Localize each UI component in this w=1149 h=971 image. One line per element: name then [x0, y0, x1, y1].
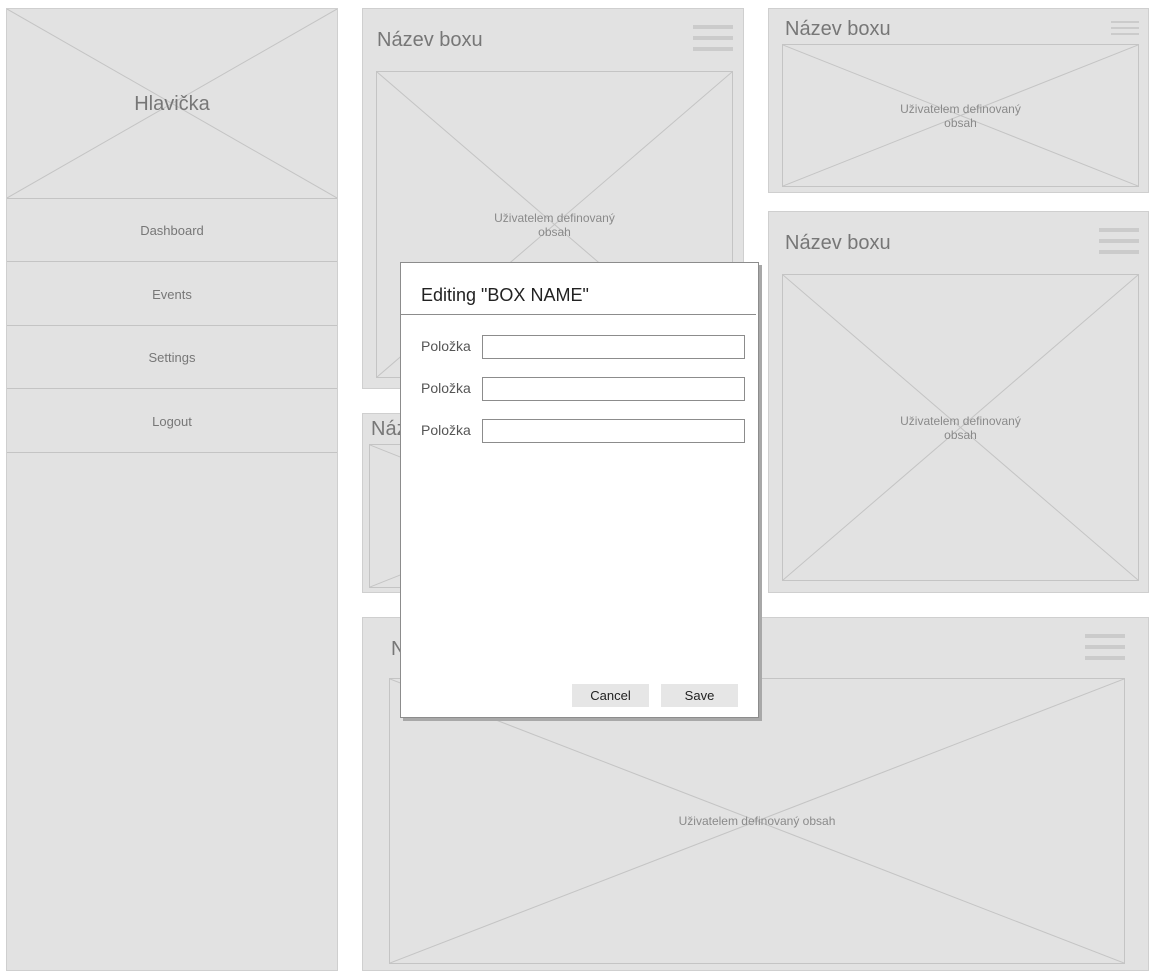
nav-item-dashboard[interactable]: Dashboard [7, 199, 337, 262]
text-field[interactable] [482, 419, 745, 443]
header-placeholder: Hlavička [7, 9, 337, 199]
nav-item-logout[interactable]: Logout [7, 390, 337, 453]
form-row: Položka [421, 335, 746, 359]
content-label: Uživatelem definovaný obsah [494, 210, 615, 239]
box-title: Název boxu [785, 232, 891, 254]
nav-item-events[interactable]: Events [7, 263, 337, 326]
nav-item-settings[interactable]: Settings [7, 326, 337, 389]
hamburger-menu-icon[interactable] [1085, 632, 1125, 664]
sidebar: Hlavička Dashboard Events Settings Logou… [6, 8, 338, 971]
cancel-button[interactable]: Cancel [572, 684, 649, 707]
hamburger-menu-icon[interactable] [1099, 226, 1139, 258]
content-placeholder: Uživatelem definovaný obsah [782, 274, 1139, 581]
field-label: Položka [421, 338, 471, 354]
content-placeholder: Uživatelem definovaný obsah [782, 44, 1139, 187]
save-button[interactable]: Save [661, 684, 738, 707]
box-3: Název boxu Uživatelem definovaný obsah [768, 211, 1149, 593]
content-label: Uživatelem definovaný obsah [678, 814, 836, 828]
header-label: Hlavička [134, 92, 210, 115]
form-row: Položka [421, 419, 746, 443]
content-placeholder: Uživatelem definovaný obsah [389, 678, 1125, 964]
content-label: Uživatelem definovaný obsah [900, 101, 1021, 130]
content-label: Uživatelem definovaný obsah [900, 413, 1021, 442]
text-field[interactable] [482, 335, 745, 359]
form-row: Položka [421, 377, 746, 401]
text-field[interactable] [482, 377, 745, 401]
field-label: Položka [421, 380, 471, 396]
hamburger-menu-icon[interactable] [693, 23, 733, 55]
box-title: Název boxu [377, 29, 483, 51]
box-title: Název boxu [785, 18, 891, 40]
field-label: Položka [421, 422, 471, 438]
hamburger-menu-icon[interactable] [1111, 21, 1139, 37]
dialog-title: Editing "BOX NAME" [421, 285, 589, 305]
box-2: Název boxu Uživatelem definovaný obsah [768, 8, 1149, 193]
dialog-divider [401, 314, 756, 315]
edit-dialog: Editing "BOX NAME" Položka Položka Polož… [400, 262, 759, 718]
